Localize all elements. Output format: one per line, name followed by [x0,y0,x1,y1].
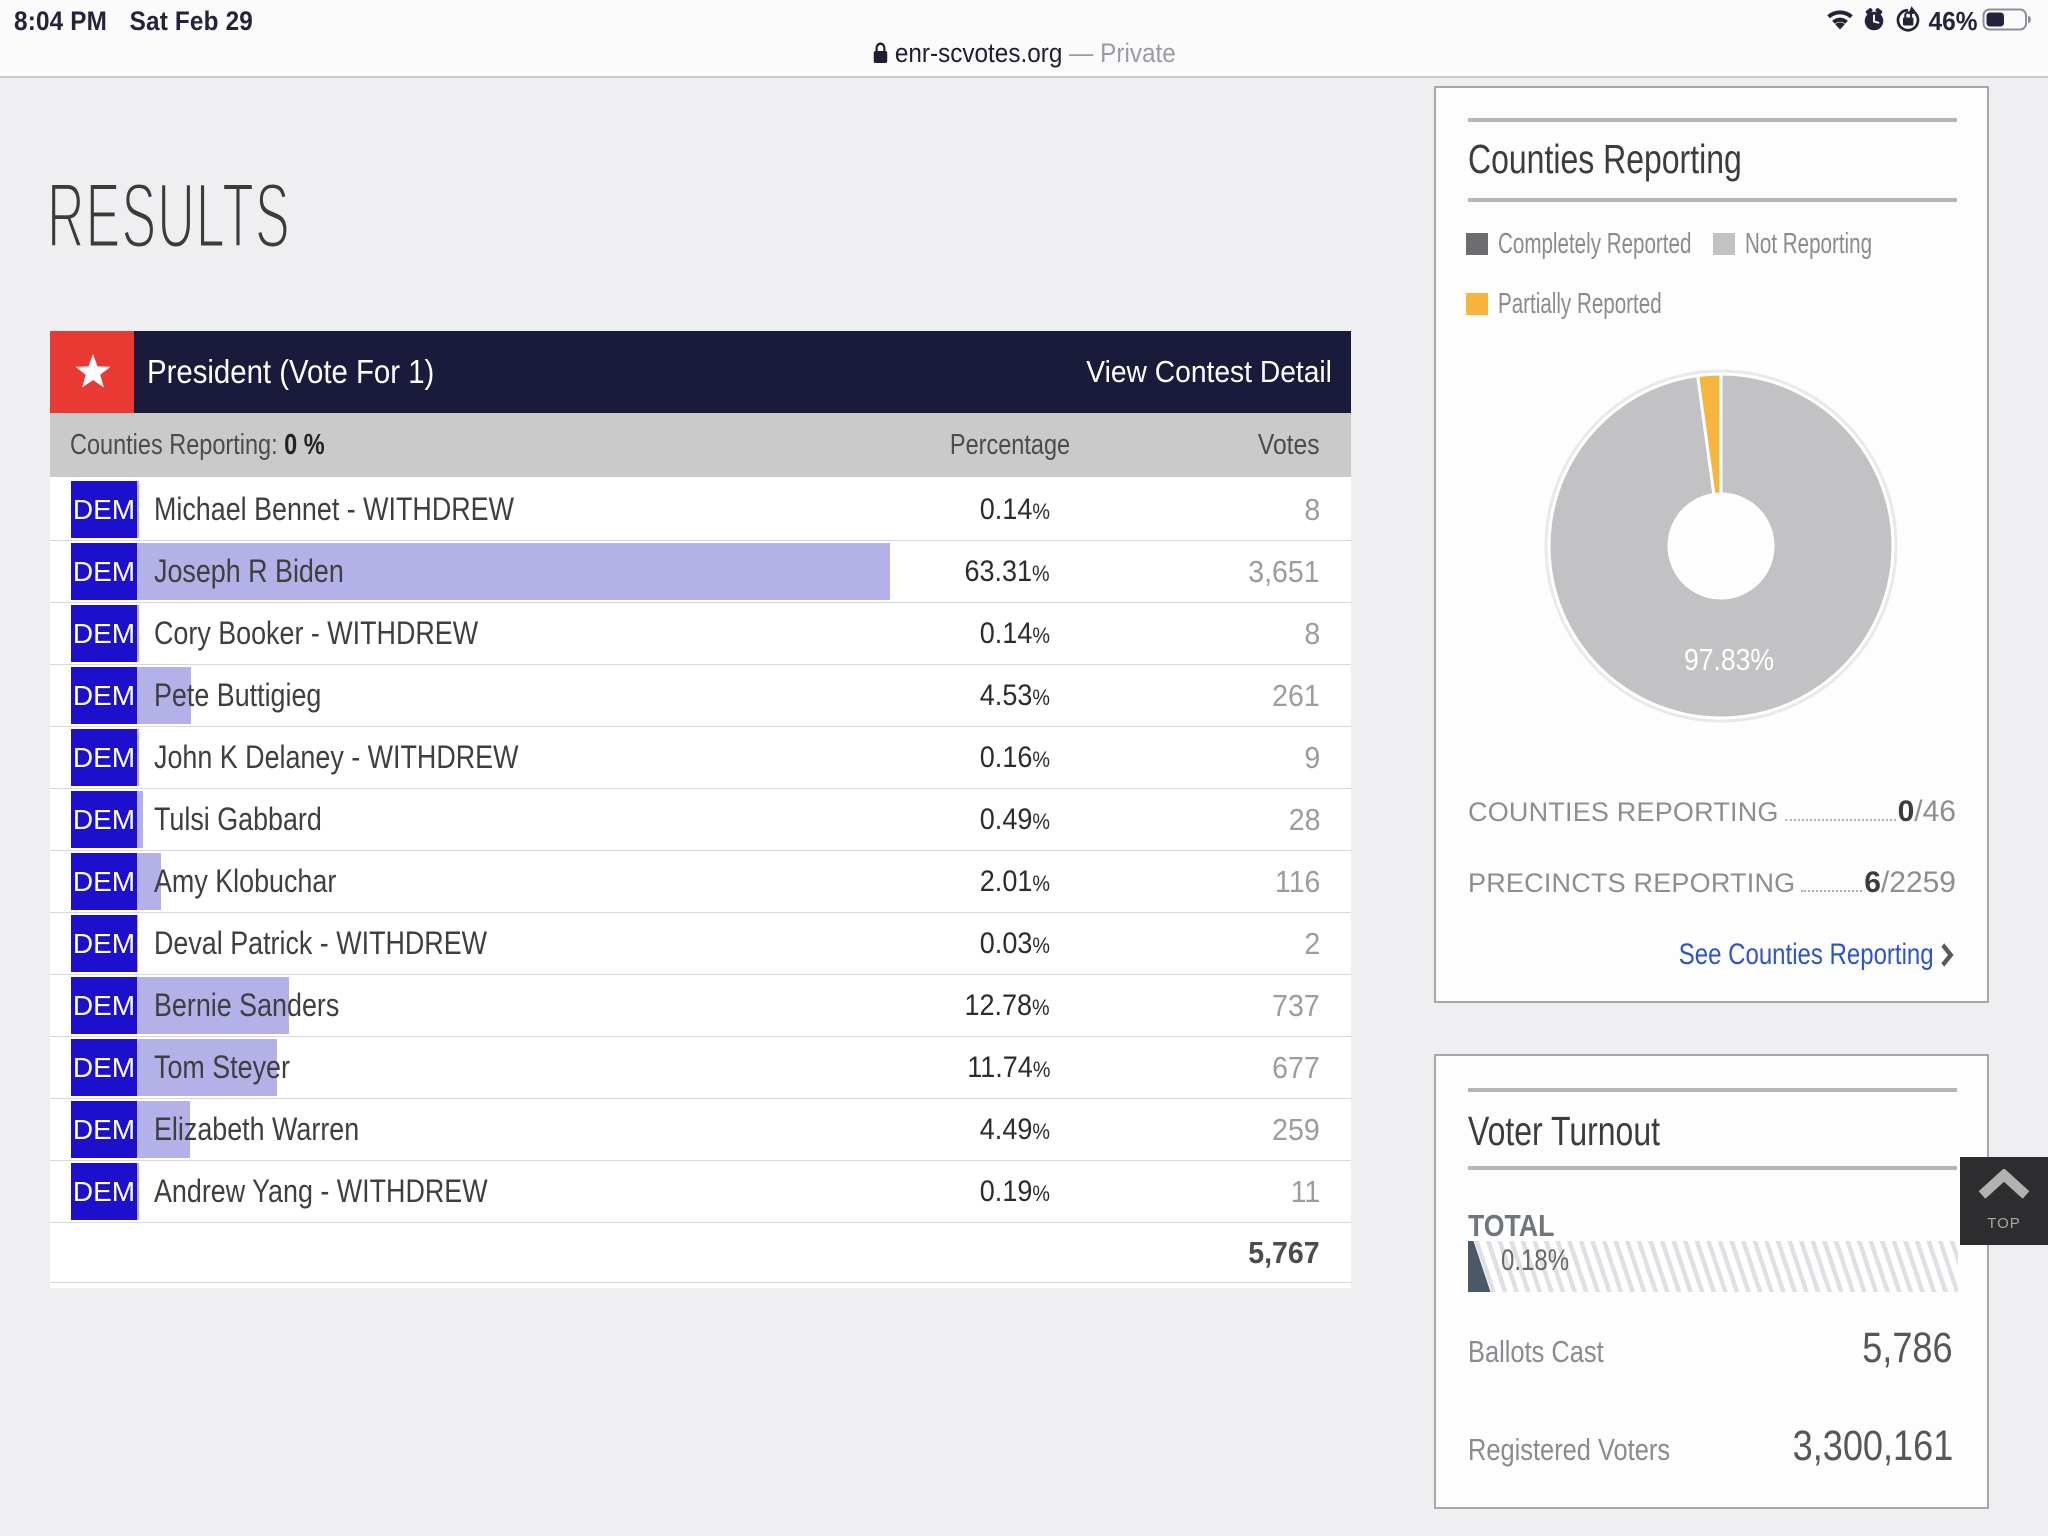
svg-text:46%: 46% [1929,8,1978,33]
svg-text:97.83%: 97.83% [1684,642,1774,677]
